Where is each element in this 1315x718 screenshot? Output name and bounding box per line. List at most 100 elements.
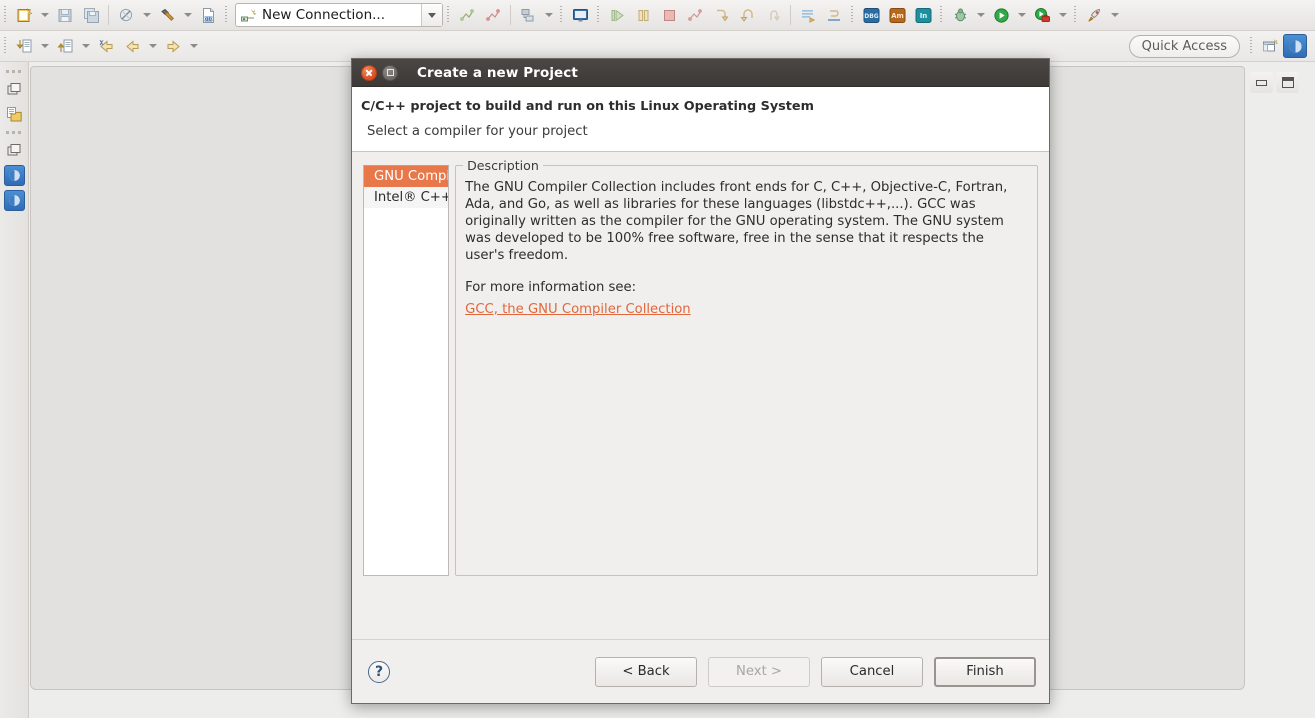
- binary-file-icon[interactable]: 010: [195, 2, 221, 28]
- amplifier-badge-icon[interactable]: Am: [884, 2, 910, 28]
- compiler-list[interactable]: GNU Compiler Collection (GCC) Intel® C++…: [363, 165, 450, 576]
- connection-icon: [241, 8, 257, 21]
- chevron-down-icon[interactable]: [37, 33, 52, 59]
- restore-icon[interactable]: [2, 78, 27, 101]
- export-up-icon[interactable]: [52, 33, 78, 59]
- dialog-titlebar: Create a new Project: [352, 59, 1049, 87]
- terminate-icon[interactable]: [656, 2, 682, 28]
- dbg-badge-icon[interactable]: DBG: [858, 2, 884, 28]
- chevron-down-icon[interactable]: [1055, 2, 1070, 28]
- dialog-title: Create a new Project: [417, 64, 578, 81]
- instruction-step-icon[interactable]: [795, 2, 821, 28]
- maximize-icon: [1281, 77, 1294, 88]
- breakpoint-red-icon[interactable]: [480, 2, 506, 28]
- eclipse-ide-window: 010 New Connection... DBG Am In Quick Ac…: [0, 0, 1315, 718]
- perspective-icon: [3, 190, 25, 211]
- left-perspective-bar: [0, 62, 29, 718]
- quick-access-field[interactable]: Quick Access: [1128, 34, 1240, 58]
- finish-button[interactable]: Finish: [934, 656, 1036, 687]
- description-text: The GNU Compiler Collection includes fro…: [465, 180, 1008, 263]
- chevron-down-icon[interactable]: [1107, 2, 1122, 28]
- toolbar-separator: [510, 5, 511, 25]
- chevron-down-icon[interactable]: [1014, 2, 1029, 28]
- svg-text:DBG: DBG: [864, 12, 879, 19]
- chevron-down-icon[interactable]: [180, 2, 195, 28]
- toolbar-grip[interactable]: [1072, 4, 1079, 26]
- save-all-icon[interactable]: [78, 2, 104, 28]
- chevron-down-icon[interactable]: [78, 33, 93, 59]
- step-over-icon[interactable]: [734, 2, 760, 28]
- drop-to-frame-icon[interactable]: [821, 2, 847, 28]
- chevron-down-icon[interactable]: [421, 4, 442, 26]
- toolbar-grip[interactable]: [558, 4, 565, 26]
- dialog-header-subtitle: Select a compiler for your project: [367, 124, 588, 139]
- console-icon[interactable]: [567, 2, 593, 28]
- list-item[interactable]: GNU Compiler Collection (GCC): [364, 166, 449, 187]
- chevron-down-icon[interactable]: [973, 2, 988, 28]
- import-down-icon[interactable]: [11, 33, 37, 59]
- chevron-down-icon[interactable]: [186, 33, 201, 59]
- toolbar-grip[interactable]: [2, 35, 9, 57]
- toolbar-grip[interactable]: [1248, 35, 1255, 57]
- sidebar-perspective-button-2[interactable]: [2, 189, 27, 212]
- restore-icon[interactable]: [2, 139, 27, 162]
- description-group: Description The GNU Compiler Collection …: [455, 158, 1038, 576]
- step-return-icon[interactable]: [760, 2, 786, 28]
- more-information-label: For more information see:: [465, 279, 637, 295]
- chevron-down-icon[interactable]: [145, 33, 160, 59]
- inspector-badge-icon[interactable]: In: [910, 2, 936, 28]
- minimize-icon: [1256, 79, 1267, 86]
- sidebar-perspective-button-1[interactable]: [2, 164, 27, 187]
- hammer-icon[interactable]: [154, 2, 180, 28]
- chevron-down-icon[interactable]: [541, 2, 556, 28]
- gcc-documentation-link[interactable]: GCC, the GNU Compiler Collection: [465, 302, 691, 317]
- minimize-view-button[interactable]: [1250, 72, 1273, 93]
- forward-arrow-icon[interactable]: [160, 33, 186, 59]
- cancel-button[interactable]: Cancel: [821, 656, 923, 687]
- perspective-icon[interactable]: [1283, 34, 1307, 58]
- close-icon[interactable]: [361, 64, 377, 81]
- new-file-icon[interactable]: [11, 2, 37, 28]
- toolbar-separator: [108, 5, 109, 25]
- chevron-down-icon[interactable]: [139, 2, 154, 28]
- registers-icon[interactable]: [515, 2, 541, 28]
- list-item[interactable]: Intel® C++ Compiler (ICC): [364, 187, 449, 208]
- toolbar-separator: [790, 5, 791, 25]
- chevron-down-icon[interactable]: [37, 2, 52, 28]
- disconnect-icon[interactable]: [682, 2, 708, 28]
- maximize-icon[interactable]: [382, 64, 398, 81]
- toolbar-grip[interactable]: [938, 4, 945, 26]
- bug-icon[interactable]: [947, 2, 973, 28]
- suspend-icon[interactable]: [630, 2, 656, 28]
- new-perspective-icon: [1262, 38, 1279, 51]
- dialog-panes: GNU Compiler Collection (GCC) Intel® C++…: [363, 158, 1038, 576]
- toolbar-grip[interactable]: [223, 4, 230, 26]
- dialog-body: GNU Compiler Collection (GCC) Intel® C++…: [352, 152, 1049, 639]
- toolbar-grip[interactable]: [2, 4, 9, 26]
- back-button[interactable]: < Back: [595, 656, 697, 687]
- breakpoint-green-icon[interactable]: [454, 2, 480, 28]
- sidebar-grip[interactable]: [0, 67, 28, 76]
- save-icon[interactable]: [52, 2, 78, 28]
- help-button[interactable]: ?: [368, 660, 390, 683]
- back-arrow-icon[interactable]: [119, 33, 145, 59]
- toolbar-grip[interactable]: [849, 4, 856, 26]
- connection-combo[interactable]: New Connection...: [235, 3, 443, 27]
- dialog-footer: ? < Back Next > Cancel Finish: [352, 639, 1049, 703]
- step-into-icon[interactable]: [708, 2, 734, 28]
- create-new-project-dialog: Create a new Project C/C++ project to bu…: [351, 58, 1050, 704]
- sidebar-grip[interactable]: [0, 128, 28, 137]
- toolbar-grip[interactable]: [445, 4, 452, 26]
- run-toolbox-icon[interactable]: [1029, 2, 1055, 28]
- build-disabled-icon[interactable]: [113, 2, 139, 28]
- rocket-icon[interactable]: [1081, 2, 1107, 28]
- maximize-view-button[interactable]: [1276, 72, 1299, 93]
- dialog-header: C/C++ project to build and run on this L…: [352, 87, 1049, 152]
- run-green-icon[interactable]: [988, 2, 1014, 28]
- back-arrow-star-icon[interactable]: [93, 33, 119, 59]
- project-explorer-icon[interactable]: [2, 103, 27, 126]
- svg-text:Am: Am: [891, 12, 904, 20]
- open-perspective-button[interactable]: [1257, 34, 1283, 58]
- resume-icon[interactable]: [604, 2, 630, 28]
- toolbar-grip[interactable]: [595, 4, 602, 26]
